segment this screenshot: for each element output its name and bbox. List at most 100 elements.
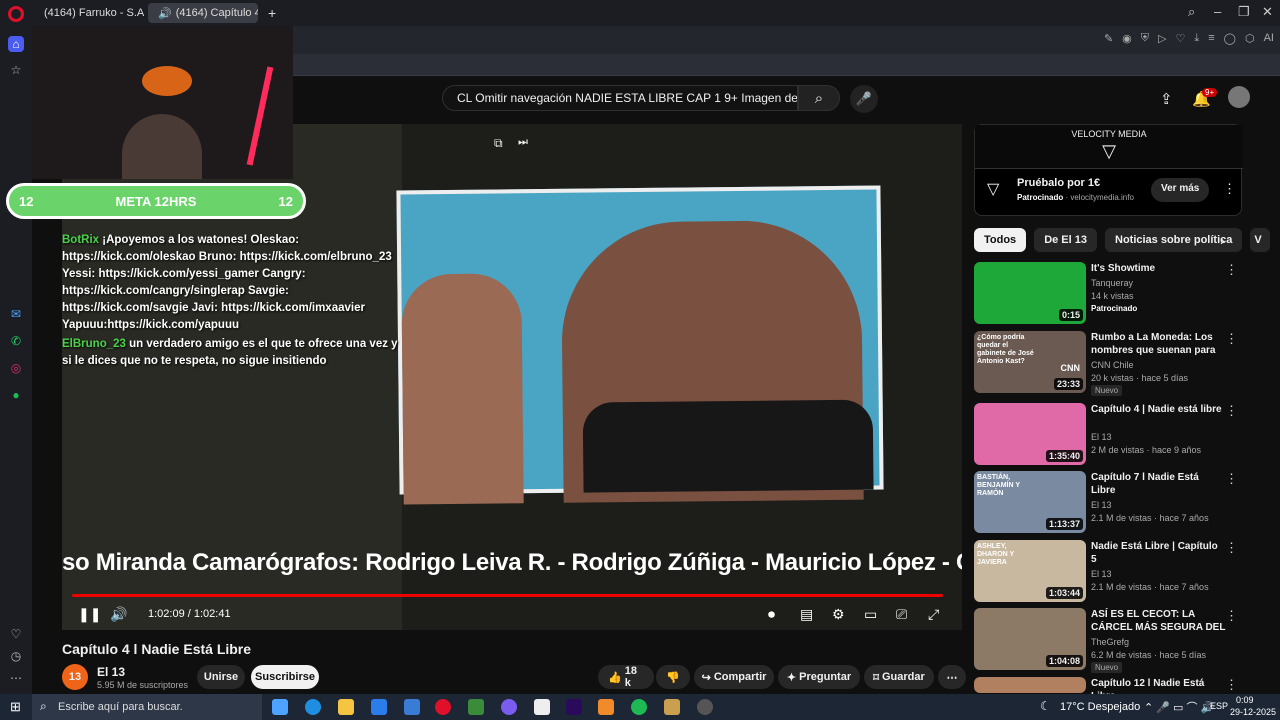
recommendation-channel[interactable]: El 13 — [1091, 500, 1112, 510]
channel-logo[interactable]: 13 — [62, 664, 88, 690]
whatsapp-icon[interactable]: ✆ — [8, 333, 24, 349]
messenger-icon[interactable]: ✉ — [8, 306, 24, 322]
upload-icon[interactable]: ⇪ — [1160, 90, 1173, 108]
heart-icon[interactable]: ♡ — [1176, 32, 1186, 45]
video-thumbnail[interactable]: 0:15 — [974, 262, 1086, 324]
video-thumbnail[interactable]: 1:04:08 — [974, 608, 1086, 670]
more-options-icon[interactable]: ⋮ — [1225, 262, 1238, 278]
subscribe-button[interactable]: Suscribirse — [251, 665, 319, 689]
volume-icon[interactable]: 🔊 — [110, 606, 127, 623]
copilot-icon[interactable] — [272, 699, 288, 715]
search-input[interactable]: CL Omitir navegación NADIE ESTA LIBRE CA… — [442, 85, 798, 111]
opera-logo-icon[interactable] — [8, 6, 24, 22]
subtitles-icon[interactable]: ▤ — [800, 606, 813, 623]
ad-menu-icon[interactable]: ⋮ — [1223, 181, 1236, 197]
channel-name[interactable]: El 13 — [97, 665, 125, 679]
pause-icon[interactable]: ❚❚ — [78, 606, 101, 623]
app-icon[interactable] — [664, 699, 680, 715]
windows-start-icon[interactable]: ⊞ — [10, 699, 21, 715]
ai-button[interactable]: AI — [1264, 32, 1274, 45]
vlc-icon[interactable] — [598, 699, 614, 715]
mail-icon[interactable] — [404, 699, 420, 715]
shield-icon[interactable]: ⛨ — [1141, 32, 1149, 45]
sponsored-ad[interactable]: VELOCITY MEDIA ▽ ▽ Pruébalo por 1€ Patro… — [974, 124, 1243, 216]
recommendation-channel[interactable]: Tanqueray — [1091, 278, 1133, 288]
ask-button[interactable]: ✦ Preguntar — [778, 665, 860, 689]
profile-icon[interactable]: ◯ — [1224, 32, 1236, 45]
opera-taskbar-icon[interactable] — [435, 699, 451, 715]
recommendation-title[interactable]: Capítulo 7 l Nadie Está Libre — [1091, 471, 1226, 497]
recommendation-title[interactable]: Nadie Está Libre | Capítulo 5 — [1091, 540, 1226, 566]
edit-icon[interactable]: ✎ — [1104, 32, 1113, 45]
video-thumbnail[interactable]: 1:35:40 — [974, 403, 1086, 465]
minecraft-icon[interactable] — [468, 699, 484, 715]
more-icon[interactable]: ⋯ — [8, 670, 24, 686]
premiere-icon[interactable] — [566, 699, 582, 715]
cast-icon[interactable]: ⎚ — [896, 606, 907, 623]
recommendation-channel[interactable]: El 13 — [1091, 569, 1112, 579]
theater-mode-icon[interactable]: ▭ — [864, 606, 877, 623]
more-options-icon[interactable]: ⋮ — [1225, 403, 1238, 419]
close-window-icon[interactable]: ✕ — [1262, 4, 1273, 20]
recommendation-channel[interactable]: TheGrefg — [1091, 637, 1129, 647]
more-actions-button[interactable]: ⋯ — [938, 665, 966, 689]
home-icon[interactable]: ⌂ — [8, 36, 24, 52]
obs-icon[interactable] — [697, 699, 713, 715]
minimize-icon[interactable]: – — [1214, 4, 1221, 19]
tab-farruko[interactable]: (4164) Farruko - S.AN.MI... — [34, 3, 144, 23]
download-icon[interactable]: ⤓ — [1194, 32, 1199, 45]
recommendation-title[interactable]: It's Showtime — [1091, 262, 1226, 275]
microphone-icon[interactable]: 🎤 — [850, 85, 878, 113]
fullscreen-icon[interactable]: ⤢ — [928, 606, 939, 623]
recommendation-item[interactable]: 1:35:40 Capítulo 4 | Nadie está libre El 1… — [974, 403, 1242, 465]
video-thumbnail[interactable]: ASHLEY, DHARON Y JAVIERA 1:03:44 — [974, 540, 1086, 602]
video-thumbnail[interactable]: BASTIÁN, BENJAMÍN Y RAMÓN 1:13:37 — [974, 471, 1086, 533]
recommendation-item[interactable]: 0:15 It's Showtime Tanqueray 14 k vistas Pat… — [974, 262, 1242, 324]
chip-de-el-13[interactable]: De El 13 — [1034, 228, 1097, 252]
progress-bar[interactable] — [72, 594, 944, 597]
play-icon[interactable]: ▷ — [1158, 32, 1166, 45]
avatar[interactable] — [1228, 86, 1250, 108]
video-thumbnail[interactable] — [974, 677, 1086, 693]
weather-text[interactable]: 17°C Despejado — [1060, 701, 1140, 713]
recommendation-title[interactable]: Rumbo a La Moneda: Los nombres que suena… — [1091, 331, 1226, 358]
recommendation-item[interactable]: ASHLEY, DHARON Y JAVIERA 1:03:44 Nadie Est… — [974, 540, 1242, 602]
capcut-icon[interactable] — [534, 699, 550, 715]
search-icon[interactable]: ⌕ — [798, 85, 840, 111]
ad-cta-button[interactable]: Ver más — [1151, 178, 1210, 202]
more-options-icon[interactable]: ⋮ — [1225, 608, 1238, 624]
extension-icon[interactable]: ⬡ — [1245, 32, 1255, 45]
instagram-icon[interactable]: ◎ — [8, 360, 24, 376]
join-button[interactable]: Unirse — [197, 665, 245, 689]
discord-icon[interactable] — [501, 699, 517, 715]
more-options-icon[interactable]: ⋮ — [1225, 677, 1238, 693]
star-icon[interactable]: ☆ — [8, 62, 24, 78]
chip-todos[interactable]: Todos — [974, 228, 1027, 252]
autoplay-toggle[interactable]: ⏺ — [768, 606, 775, 623]
recommendation-item[interactable]: Capítulo 12 l Nadie Está Libre⋮ — [974, 677, 1242, 702]
spotify-icon[interactable]: ● — [8, 387, 24, 403]
recommendation-item[interactable]: 1:04:08 ASÍ ES EL CECOT: LA CÁRCEL MÁS SE… — [974, 608, 1242, 673]
language-indicator[interactable]: ESP — [1210, 701, 1228, 711]
file-explorer-icon[interactable] — [338, 699, 354, 715]
search-tabs-icon[interactable]: ⌕ — [1188, 4, 1195, 20]
tab-capitulo-4[interactable]: 🔊 (4164) Capítulo 4 l Na... — [148, 3, 258, 23]
recommendation-channel[interactable]: CNN Chile — [1091, 360, 1134, 370]
recommendation-title[interactable]: ASÍ ES EL CECOT: LA CÁRCEL MÁS SEGURA DE… — [1091, 608, 1226, 635]
history-icon[interactable]: ◷ — [8, 648, 24, 664]
camera-icon[interactable]: ◉ — [1122, 32, 1132, 45]
chip-truncated[interactable]: V — [1250, 228, 1271, 252]
edge-icon[interactable] — [305, 699, 321, 715]
recommendation-item[interactable]: ¿Cómo podría quedar el gabinete de José … — [974, 331, 1242, 396]
restore-icon[interactable]: ❐ — [1238, 4, 1250, 20]
system-tray-icons[interactable]: ⌃ 🎤 ▭ ⌒ 🔊 — [1144, 699, 1214, 715]
new-tab-button[interactable]: + — [262, 3, 280, 23]
recommendation-title[interactable]: Capítulo 4 | Nadie está libre — [1091, 403, 1226, 416]
recommendation-item[interactable]: BASTIÁN, BENJAMÍN Y RAMÓN 1:13:37 Capítulo… — [974, 471, 1242, 533]
recommendation-channel[interactable]: El 13 — [1091, 432, 1112, 442]
settings-gear-icon[interactable]: ⚙ — [832, 606, 845, 623]
taskbar-search-input[interactable]: Escribe aquí para buscar. — [32, 694, 262, 720]
save-button[interactable]: ⌑ Guardar — [864, 665, 934, 689]
more-options-icon[interactable]: ⋮ — [1225, 471, 1238, 487]
chevron-right-icon[interactable]: › — [1220, 232, 1225, 248]
